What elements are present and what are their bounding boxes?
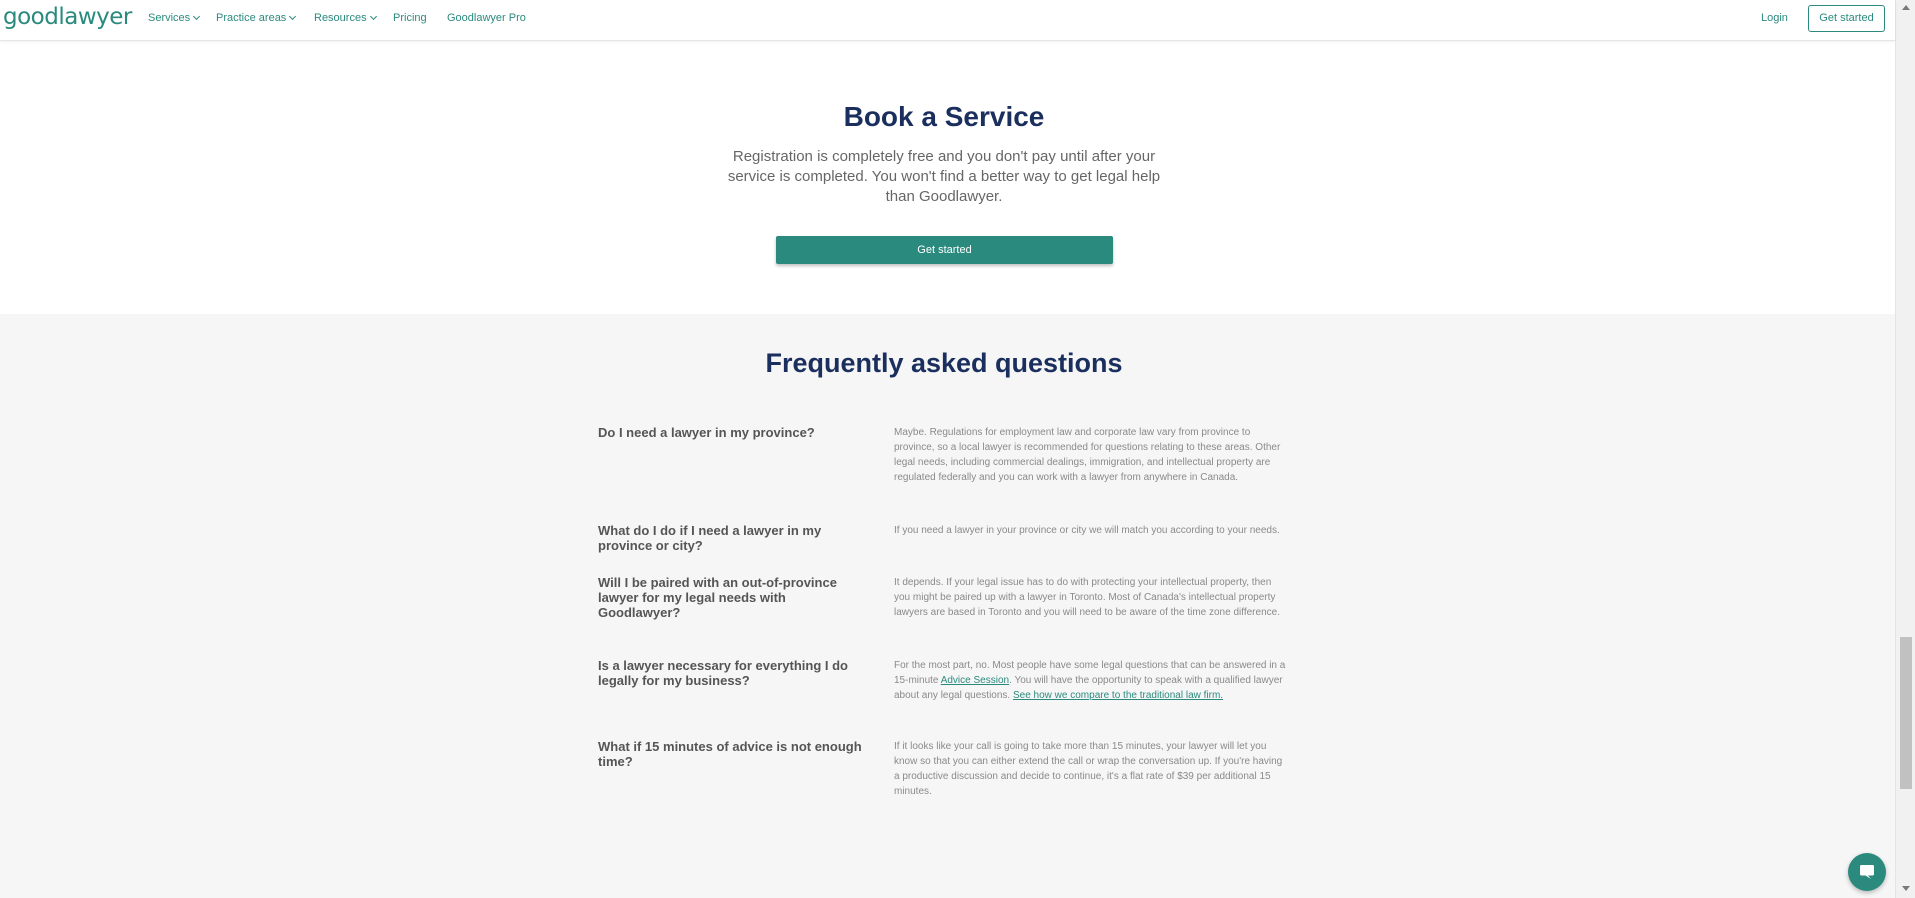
goodlawyer-logo[interactable]: goodlawyer (3, 4, 132, 30)
scroll-down-arrow-icon[interactable] (1902, 886, 1910, 891)
nav-resources-label: Resources (314, 12, 367, 24)
chat-button[interactable] (1848, 853, 1886, 891)
chevron-down-icon (289, 12, 297, 21)
chevron-down-icon (369, 12, 377, 21)
faq-section: Frequently asked questions Do I need a l… (0, 314, 1895, 898)
book-service-section: Book a Service Registration is completel… (0, 41, 1895, 314)
faq-question: Will I be paired with an out-of-province… (598, 575, 837, 620)
scroll-up-arrow-icon[interactable] (1902, 5, 1910, 10)
chevron-down-icon (193, 12, 201, 21)
faq-question: What if 15 minutes of advice is not enou… (598, 739, 862, 769)
faq-title: Frequently asked questions (765, 348, 1123, 378)
header-get-started-button[interactable]: Get started (1808, 5, 1885, 32)
nav-practice-areas[interactable]: Practice areas (216, 12, 297, 24)
nav-pricing[interactable]: Pricing (393, 12, 427, 24)
nav-goodlawyer-pro[interactable]: Goodlawyer Pro (447, 12, 526, 24)
book-service-title: Book a Service (843, 101, 1045, 132)
faq-answer: Maybe. Regulations for employment law an… (894, 427, 1281, 483)
compare-law-firm-link[interactable]: See how we compare to the traditional la… (1013, 690, 1223, 701)
nav-pricing-label: Pricing (393, 12, 427, 24)
faq-question: Do I need a lawyer in my province? (598, 425, 815, 440)
faq-answer: For the most part, no. Most people have … (894, 658, 1289, 703)
get-started-button[interactable]: Get started (776, 236, 1113, 264)
login-link[interactable]: Login (1761, 12, 1788, 24)
advice-session-link[interactable]: Advice Session (941, 675, 1009, 686)
nav-services[interactable]: Services (148, 12, 201, 24)
nav-services-label: Services (148, 12, 191, 24)
faq-answer: If you need a lawyer in your province or… (894, 525, 1280, 536)
top-navigation: goodlawyer Services Practice areas Resou… (0, 0, 1895, 41)
scrollbar-thumb[interactable] (1900, 637, 1912, 789)
nav-goodlawyer-pro-label: Goodlawyer Pro (447, 12, 526, 24)
faq-question: What do I do if I need a lawyer in my pr… (598, 523, 822, 553)
faq-answer: If it looks like your call is going to t… (894, 741, 1283, 797)
chat-bubble-icon (1860, 865, 1874, 879)
nav-practice-areas-label: Practice areas (216, 12, 287, 24)
faq-answer: It depends. If your legal issue has to d… (894, 577, 1280, 618)
book-service-subtitle: Registration is completely free and you … (727, 148, 1161, 205)
page-scrollbar[interactable] (1895, 0, 1915, 898)
faq-question: Is a lawyer necessary for everything I d… (598, 658, 849, 688)
nav-resources[interactable]: Resources (314, 12, 377, 24)
